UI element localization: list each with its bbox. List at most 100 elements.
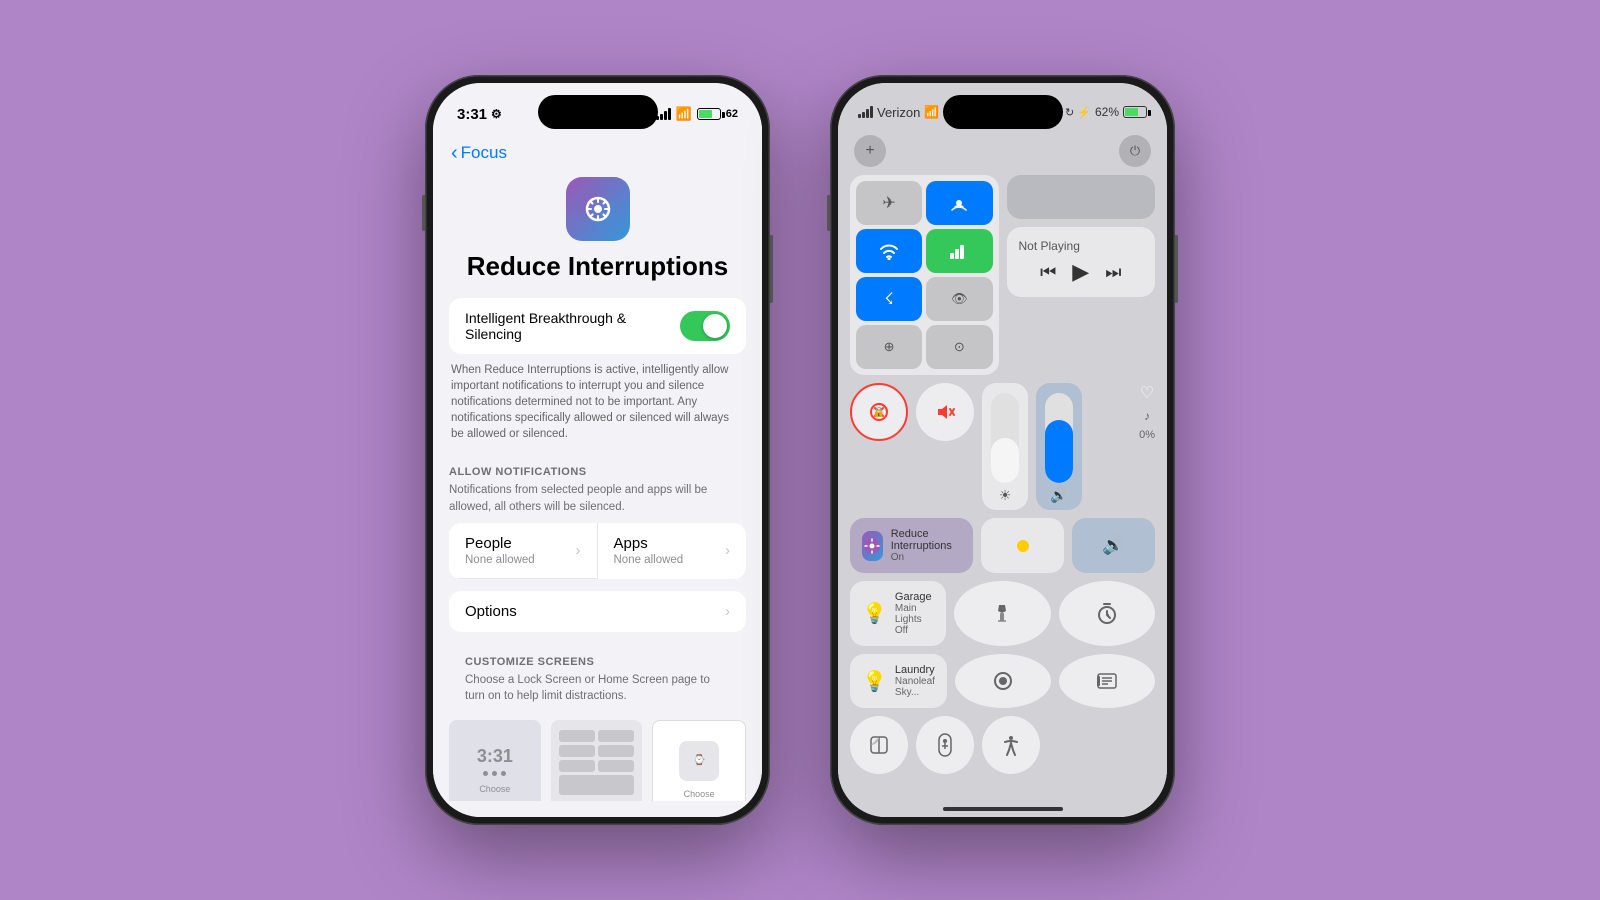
volume-track xyxy=(1045,393,1073,483)
choose-label-1: Choose xyxy=(479,784,510,794)
lock-rotation-button[interactable]: 🔒 xyxy=(850,383,908,441)
cc-battery-icon xyxy=(1123,106,1147,118)
watch-icon: ⌚ xyxy=(679,741,719,781)
power-button[interactable]: ⏻ xyxy=(1119,135,1151,167)
toggle-label: Intelligent Breakthrough & Silencing xyxy=(465,310,680,342)
apps-label: Apps xyxy=(614,535,684,552)
options-group: Options › xyxy=(449,591,746,632)
airplane-button[interactable]: ✈ xyxy=(856,181,922,225)
volume-tile-icon: 🔊 xyxy=(1102,535,1124,556)
bluetooth-button[interactable]: ☇ xyxy=(856,277,922,321)
cellular-button[interactable] xyxy=(926,229,992,273)
toggle-section: Intelligent Breakthrough & Silencing Whe… xyxy=(449,298,746,442)
options-label: Options xyxy=(465,603,517,620)
yellow-dot-tile[interactable] xyxy=(981,518,1064,573)
hotspot-button[interactable] xyxy=(926,181,992,225)
media-not-playing: Not Playing xyxy=(1019,239,1144,253)
cc-status-left: Verizon 📶 xyxy=(858,105,939,120)
home-screen-preview[interactable]: Choose xyxy=(551,720,643,801)
cc-row-6 xyxy=(838,716,1167,774)
accessibility-button[interactable] xyxy=(982,716,1040,774)
mute-button[interactable] xyxy=(916,383,974,441)
phone-control-center: Verizon 📶 ⏰ ↻ ⚡ 62% + ⏻ xyxy=(830,75,1175,825)
apps-row[interactable]: Apps None allowed › xyxy=(598,523,747,579)
media-next-button[interactable]: ⏭ xyxy=(1105,262,1121,283)
garage-tile[interactable]: 💡 Garage Main Lights Off xyxy=(850,581,946,646)
battery-percent: 62 xyxy=(726,108,738,120)
focus-status: On xyxy=(891,552,961,563)
svg-text:🔒: 🔒 xyxy=(873,406,885,418)
focus-name: Reduce Interruptions xyxy=(891,528,961,552)
display-tile[interactable] xyxy=(1007,175,1156,219)
people-apps-row: People None allowed › Apps None allowed xyxy=(449,523,746,579)
screen-title: Reduce Interruptions xyxy=(433,247,762,298)
laundry-label: Laundry xyxy=(895,664,935,676)
toggle-row[interactable]: Intelligent Breakthrough & Silencing xyxy=(449,298,746,354)
dark-mode-button[interactable] xyxy=(850,716,908,774)
back-chevron-icon: ‹ xyxy=(451,143,458,163)
cc-wifi-icon: 📶 xyxy=(924,105,939,119)
cc-row-5: 💡 Laundry Nanoleaf Sky... xyxy=(838,654,1167,708)
people-row[interactable]: People None allowed › xyxy=(449,523,598,579)
lock-screen-preview[interactable]: 3:31 Choose xyxy=(449,720,541,801)
timer-button[interactable] xyxy=(1059,581,1155,646)
people-apps-group: People None allowed › Apps None allowed xyxy=(449,523,746,579)
app-icon-container xyxy=(433,167,762,247)
side-controls: ♡ ♪ 0% xyxy=(1139,383,1155,441)
media-prev-button[interactable]: ⏮ xyxy=(1040,262,1056,283)
allow-notifications-section: ALLOW NOTIFICATIONS Notifications from s… xyxy=(433,454,762,631)
heart-icon: ♡ xyxy=(1140,383,1154,403)
options-row[interactable]: Options › xyxy=(449,591,746,632)
home-indicator xyxy=(943,807,1063,811)
people-chevron-icon: › xyxy=(576,542,581,559)
cc-top-controls: + ⏻ xyxy=(838,135,1167,175)
media-sliders-col: Not Playing ⏮ ▶ ⏭ xyxy=(1007,175,1156,375)
cc-status-right: ⏰ ↻ ⚡ 62% xyxy=(1048,105,1147,119)
choose-label-3: Choose xyxy=(684,789,715,799)
volume-slider[interactable]: 🔊 xyxy=(1036,383,1082,510)
volume-pct: 0% xyxy=(1139,429,1155,441)
garage-sub: Main Lights Off xyxy=(895,603,934,636)
cc-row-4: 💡 Garage Main Lights Off xyxy=(838,581,1167,646)
focus-extra-1[interactable]: 👁 xyxy=(926,277,992,321)
garage-label: Garage xyxy=(895,591,934,603)
toggle-thumb xyxy=(703,314,727,338)
status-time: 3:31 ⚙ xyxy=(457,106,502,123)
media-play-button[interactable]: ▶ xyxy=(1072,259,1089,285)
settings-screen: 3:31 ⚙ 📶 62 xyxy=(433,83,762,817)
signal-icon xyxy=(656,108,671,120)
toggle-description: When Reduce Interruptions is active, int… xyxy=(449,362,746,442)
laundry-tile[interactable]: 💡 Laundry Nanoleaf Sky... xyxy=(850,654,947,708)
mock-home-grid xyxy=(551,722,643,801)
focus-extra-2[interactable]: ⊕ xyxy=(856,325,922,369)
allow-header: ALLOW NOTIFICATIONS xyxy=(433,454,762,482)
back-button[interactable]: ‹ Focus xyxy=(451,143,507,163)
brightness-track xyxy=(991,393,1019,483)
add-button[interactable]: + xyxy=(854,135,886,167)
focus-tile[interactable]: Reduce Interruptions On xyxy=(850,518,973,573)
phone-settings: 3:31 ⚙ 📶 62 xyxy=(425,75,770,825)
brightness-slider[interactable]: ☀ xyxy=(982,383,1028,510)
screen-record-button[interactable] xyxy=(955,654,1051,708)
volume-icon: 🔊 xyxy=(1050,487,1067,504)
news-button[interactable] xyxy=(1059,654,1155,708)
garage-bulb-icon: 💡 xyxy=(862,601,887,626)
customize-images: 3:31 Choose xyxy=(449,720,746,801)
wifi-button[interactable] xyxy=(856,229,922,273)
mock-time: 3:31 xyxy=(477,746,513,767)
focus-extra-3[interactable]: ⊙ xyxy=(926,325,992,369)
volume-tile[interactable]: 🔊 xyxy=(1072,518,1155,573)
wifi-icon: 📶 xyxy=(676,106,692,122)
customize-desc: Choose a Lock Screen or Home Screen page… xyxy=(449,672,746,712)
cc-row-3: Reduce Interruptions On 🔊 xyxy=(838,518,1167,573)
torch-button[interactable] xyxy=(954,581,1050,646)
dynamic-island xyxy=(538,95,658,129)
dynamic-island-2 xyxy=(943,95,1063,129)
options-chevron-icon: › xyxy=(725,603,730,620)
yellow-dot xyxy=(1017,540,1029,552)
brightness-icon: ☀ xyxy=(999,487,1012,504)
remote-button[interactable] xyxy=(916,716,974,774)
widget-screen-preview[interactable]: ⌚ Choose xyxy=(652,720,746,801)
toggle-switch[interactable] xyxy=(680,311,730,341)
media-tile: Not Playing ⏮ ▶ ⏭ xyxy=(1007,227,1156,297)
